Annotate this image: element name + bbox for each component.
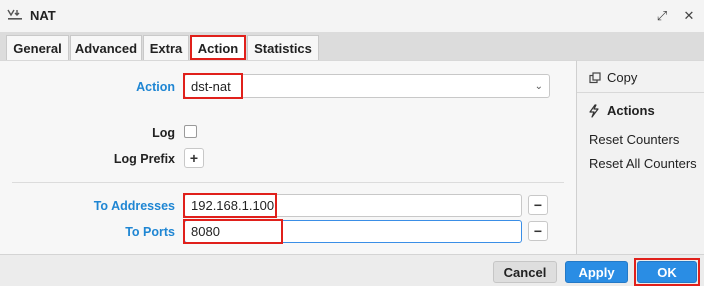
tab-action[interactable]: Action <box>190 35 246 60</box>
add-log-prefix-button[interactable]: + <box>184 148 204 168</box>
reset-counters-button[interactable]: Reset Counters <box>589 132 679 147</box>
log-label: Log <box>152 126 175 140</box>
actions-heading-label: Actions <box>607 103 655 118</box>
cancel-button[interactable]: Cancel <box>493 261 557 283</box>
reset-counters-label: Reset Counters <box>589 132 680 147</box>
side-panel: Copy Actions Reset Counters Reset All Co… <box>576 60 704 254</box>
dialog-footer: Cancel Apply OK <box>0 254 704 286</box>
action-select[interactable]: dst-nat ⌄ <box>184 74 550 98</box>
reset-all-counters-button[interactable]: Reset All Counters <box>589 156 697 171</box>
restore-window-button[interactable]: ⤢ <box>654 8 670 24</box>
action-form: Action dst-nat ⌄ Log Log Prefix + To Add… <box>0 60 576 254</box>
section-divider <box>12 182 564 183</box>
tab-statistics[interactable]: Statistics <box>247 35 319 60</box>
copy-button[interactable]: Copy <box>589 70 637 85</box>
tab-advanced[interactable]: Advanced <box>70 35 142 60</box>
tab-bar: General Advanced Extra Action Statistics <box>0 32 704 60</box>
action-label: Action <box>136 80 175 94</box>
chevron-down-icon: ⌄ <box>534 81 543 92</box>
side-divider <box>577 92 704 93</box>
apply-button[interactable]: Apply <box>565 261 628 283</box>
reset-all-counters-label: Reset All Counters <box>589 156 697 171</box>
actions-heading: Actions <box>587 103 655 118</box>
window-title: NAT <box>30 8 56 23</box>
to-addresses-label: To Addresses <box>93 199 175 213</box>
remove-port-button[interactable]: − <box>528 221 548 241</box>
ok-button[interactable]: OK <box>637 261 697 283</box>
to-ports-input[interactable]: 8080 <box>184 220 522 243</box>
nat-icon <box>7 9 22 20</box>
copy-icon <box>589 71 601 83</box>
tab-extra[interactable]: Extra <box>143 35 189 60</box>
close-window-button[interactable]: ✕ <box>681 8 697 24</box>
to-addresses-value: 192.168.1.100 <box>191 198 275 213</box>
to-ports-label: To Ports <box>125 225 175 239</box>
copy-label: Copy <box>607 70 638 85</box>
lightning-icon <box>589 103 599 118</box>
action-select-value: dst-nat <box>191 78 231 94</box>
log-checkbox[interactable] <box>184 125 197 138</box>
log-prefix-label: Log Prefix <box>113 152 175 166</box>
tab-general[interactable]: General <box>6 35 69 60</box>
remove-address-button[interactable]: − <box>528 195 548 215</box>
to-ports-value: 8080 <box>191 224 220 239</box>
to-addresses-input[interactable]: 192.168.1.100 <box>184 194 522 217</box>
title-bar: NAT ⤢ ✕ <box>0 0 704 32</box>
